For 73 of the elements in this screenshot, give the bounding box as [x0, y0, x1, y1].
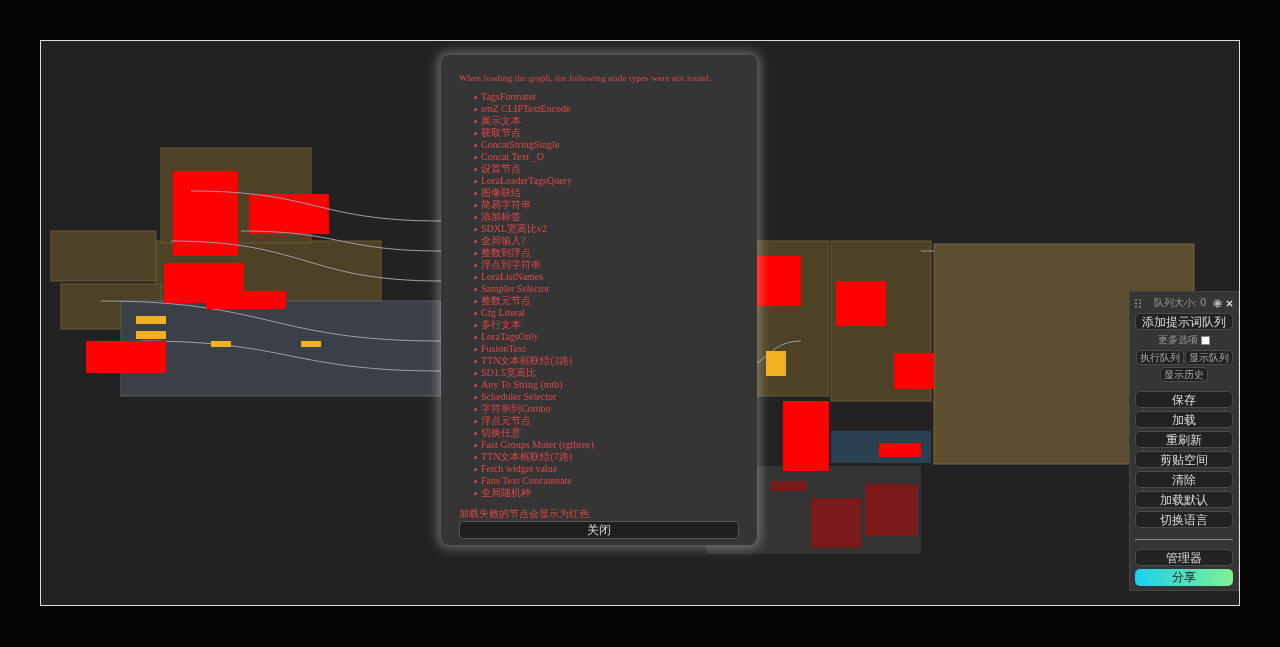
missing-node-item: 全局输入?: [474, 235, 739, 247]
missing-node-item: 整数元节点: [474, 295, 739, 307]
missing-node-item: 全局随机种: [474, 487, 739, 499]
missing-node-item: Any To String (mtb): [474, 379, 739, 391]
muted-node[interactable]: [865, 484, 918, 536]
more-options-label: 更多选项: [1158, 333, 1198, 347]
missing-node-item: Fast Groups Muter (rgthree): [474, 439, 739, 451]
missing-node-item: 多行文本: [474, 319, 739, 331]
menu-button[interactable]: 加载默认: [1135, 491, 1233, 508]
error-node[interactable]: [894, 353, 934, 389]
missing-node-item: SD1.5宽高比: [474, 367, 739, 379]
muted-node[interactable]: [811, 498, 861, 548]
dialog-note: 加载失败的节点会显示为红色: [459, 507, 590, 521]
missing-node-item: TagsFormater: [474, 91, 739, 103]
missing-node-item: 展示文本: [474, 115, 739, 127]
drag-handle-icon[interactable]: [1135, 298, 1141, 308]
missing-node-item: 添加标签: [474, 211, 739, 223]
missing-node-item: smZ CLIPTextEncode: [474, 103, 739, 115]
close-button[interactable]: 关闭: [459, 521, 739, 539]
close-icon[interactable]: [1226, 299, 1233, 307]
missing-node-item: Cfg Literal: [474, 307, 739, 319]
missing-node-item: Fans Text Concatenate: [474, 475, 739, 487]
missing-node-item: Scheduler Selector: [474, 391, 739, 403]
settings-icon[interactable]: [1213, 298, 1222, 308]
missing-node-item: SDXL宽高比v2: [474, 223, 739, 235]
error-node[interactable]: [86, 341, 166, 373]
node-card[interactable]: [831, 431, 931, 463]
muted-node[interactable]: [771, 481, 806, 491]
missing-node-item: 浮点元节点: [474, 415, 739, 427]
missing-node-item: Fetch widget value: [474, 463, 739, 475]
missing-node-item: 整数到浮点: [474, 247, 739, 259]
missing-node-item: 浮点到字符串: [474, 259, 739, 271]
queue-size-label: 队列大小: 0: [1152, 296, 1208, 310]
missing-node-item: ConcatStringSingle: [474, 139, 739, 151]
error-node[interactable]: [756, 256, 801, 306]
menu-button[interactable]: 保存: [1135, 391, 1233, 408]
missing-node-item: TTN文本框联结(7路): [474, 451, 739, 463]
menu-button[interactable]: 切换语言: [1135, 511, 1233, 528]
node-card[interactable]: [50, 230, 157, 282]
add-prompt-queue-button[interactable]: 添加提示词队列: [1135, 313, 1233, 330]
node-widget[interactable]: [136, 331, 166, 339]
manager-button[interactable]: 管理器: [1135, 549, 1233, 566]
missing-node-item: 图像联结: [474, 187, 739, 199]
error-node[interactable]: [783, 401, 829, 471]
missing-node-item: Sampler Selector: [474, 283, 739, 295]
missing-node-item: LoraListNames: [474, 271, 739, 283]
node-card[interactable]: [160, 147, 329, 256]
node-widget[interactable]: [136, 316, 166, 324]
missing-node-item: TTN文本框联结(3路): [474, 355, 739, 367]
share-button[interactable]: 分享: [1135, 569, 1233, 586]
menu-button[interactable]: 加载: [1135, 411, 1233, 428]
missing-node-item: LoraLoaderTagsQuery: [474, 175, 739, 187]
error-node[interactable]: [206, 291, 286, 309]
missing-node-item: 设置节点: [474, 163, 739, 175]
menu-button[interactable]: 剪贴空间: [1135, 451, 1233, 468]
queue-small-button[interactable]: 执行队列: [1135, 350, 1184, 365]
queue-small-button[interactable]: 显示历史: [1160, 367, 1208, 382]
menu-button[interactable]: 重刷新: [1135, 431, 1233, 448]
missing-node-item: FusionText: [474, 343, 739, 355]
missing-node-item: 简易字符串: [474, 199, 739, 211]
more-options-checkbox[interactable]: [1201, 335, 1210, 345]
node-widget[interactable]: [211, 341, 231, 347]
dialog-message: When loading the graph, the following node types were not found:: [459, 73, 713, 83]
node-widget[interactable]: [301, 341, 321, 347]
missing-node-item: Concat Text _O: [474, 151, 739, 163]
error-node[interactable]: [836, 281, 886, 326]
queue-small-button[interactable]: 显示队列: [1184, 350, 1233, 365]
missing-node-item: 切换任意: [474, 427, 739, 439]
missing-node-item: 获取节点: [474, 127, 739, 139]
missing-node-item: 字符串到Combo: [474, 403, 739, 415]
missing-node-item: LoraTagsOnly: [474, 331, 739, 343]
node-widget[interactable]: [766, 351, 786, 376]
menu-button[interactable]: 清除: [1135, 471, 1233, 488]
